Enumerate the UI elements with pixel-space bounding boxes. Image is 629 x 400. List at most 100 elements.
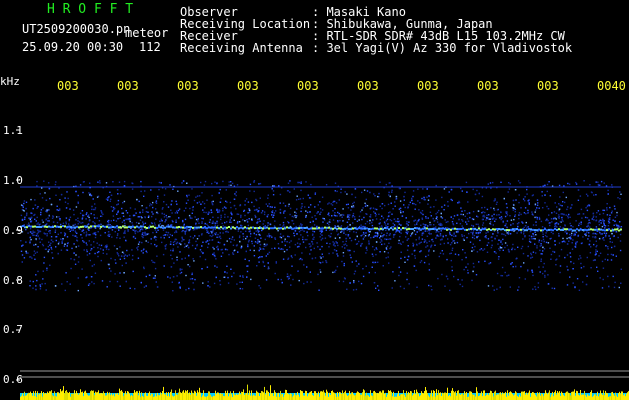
noise-speck [254, 214, 256, 217]
noise-speck [427, 254, 430, 256]
noise-speck [242, 233, 244, 235]
noise-speck [261, 229, 263, 232]
noise-speck [347, 215, 349, 217]
noise-speck [361, 209, 363, 211]
amplitude-bar [497, 394, 498, 400]
noise-speck [504, 234, 507, 237]
noise-speck [291, 220, 294, 222]
noise-speck [334, 182, 337, 184]
amplitude-bar [403, 390, 404, 400]
noise-speck [558, 203, 560, 205]
noise-speck [54, 183, 57, 186]
noise-speck [268, 251, 271, 254]
noise-speck [73, 213, 75, 216]
noise-speck [398, 187, 401, 190]
amplitude-bar [68, 393, 69, 400]
noise-speck [127, 230, 129, 232]
noise-speck [211, 235, 213, 238]
noise-speck [416, 231, 418, 233]
amplitude-bar [266, 390, 267, 400]
amplitude-bar [325, 395, 326, 400]
noise-speck [255, 209, 257, 211]
amplitude-bar [512, 394, 513, 400]
noise-speck [456, 222, 458, 224]
carrier-segment [422, 227, 424, 230]
noise-speck [386, 218, 389, 221]
noise-speck [576, 241, 578, 243]
noise-speck [420, 260, 423, 262]
noise-speck [449, 233, 451, 236]
amplitude-bar [557, 391, 558, 400]
noise-speck [158, 188, 160, 191]
noise-speck [520, 247, 523, 250]
noise-speck [300, 182, 302, 184]
noise-speck [332, 271, 334, 274]
noise-speck [498, 239, 500, 241]
noise-speck [65, 221, 67, 223]
noise-speck [293, 232, 295, 234]
noise-speck [274, 272, 276, 275]
noise-speck [398, 223, 400, 225]
amplitude-bar [432, 396, 433, 400]
amplitude-bar [196, 395, 197, 400]
noise-speck [261, 256, 263, 258]
noise-speck [282, 221, 285, 224]
noise-speck [256, 265, 258, 267]
amplitude-bar [362, 392, 363, 400]
noise-speck [472, 210, 475, 213]
noise-speck [296, 208, 298, 210]
amplitude-bar [104, 393, 105, 400]
noise-speck [28, 222, 30, 224]
noise-speck [113, 208, 115, 211]
noise-speck [66, 236, 69, 238]
noise-speck [96, 242, 98, 244]
carrier-segment [504, 229, 506, 232]
amplitude-bar [113, 394, 114, 400]
carrier-segment [194, 226, 196, 229]
noise-speck [296, 195, 298, 197]
noise-speck [289, 180, 291, 182]
amplitude-bar [180, 392, 181, 400]
amplitude-bar [571, 391, 572, 400]
amplitude-bar [74, 390, 75, 400]
carrier-segment [276, 227, 278, 230]
noise-speck [201, 217, 203, 220]
noise-speck [128, 254, 130, 256]
carrier-segment [544, 228, 546, 231]
amplitude-bar [433, 390, 434, 400]
carrier-segment [476, 228, 478, 231]
noise-speck [532, 194, 534, 196]
noise-speck [599, 219, 601, 221]
noise-speck [41, 197, 44, 199]
amplitude-bar [482, 396, 483, 400]
noise-speck [79, 212, 82, 214]
amplitude-bar [237, 394, 238, 400]
carrier-segment [568, 228, 570, 231]
noise-speck [542, 236, 544, 238]
amplitude-bar [73, 393, 74, 400]
carrier-segment [342, 228, 344, 231]
noise-speck [611, 241, 613, 243]
noise-speck [172, 290, 174, 292]
noise-speck [372, 246, 374, 248]
noise-speck [194, 216, 196, 218]
amplitude-bar [440, 392, 441, 400]
noise-speck [425, 217, 427, 219]
carrier-segment [242, 227, 244, 230]
amplitude-bar [103, 391, 104, 400]
noise-speck [65, 207, 68, 209]
noise-speck [584, 216, 587, 219]
amplitude-bar [219, 394, 220, 400]
noise-speck [329, 221, 331, 223]
noise-speck [259, 234, 261, 236]
noise-speck [209, 235, 211, 237]
noise-speck [245, 250, 247, 253]
amplitude-bar [587, 394, 588, 400]
noise-speck [299, 243, 301, 245]
noise-speck [453, 275, 455, 278]
noise-speck [570, 234, 573, 236]
noise-speck [208, 221, 211, 223]
noise-speck [284, 244, 286, 247]
noise-speck [507, 248, 510, 251]
noise-speck [48, 209, 50, 211]
